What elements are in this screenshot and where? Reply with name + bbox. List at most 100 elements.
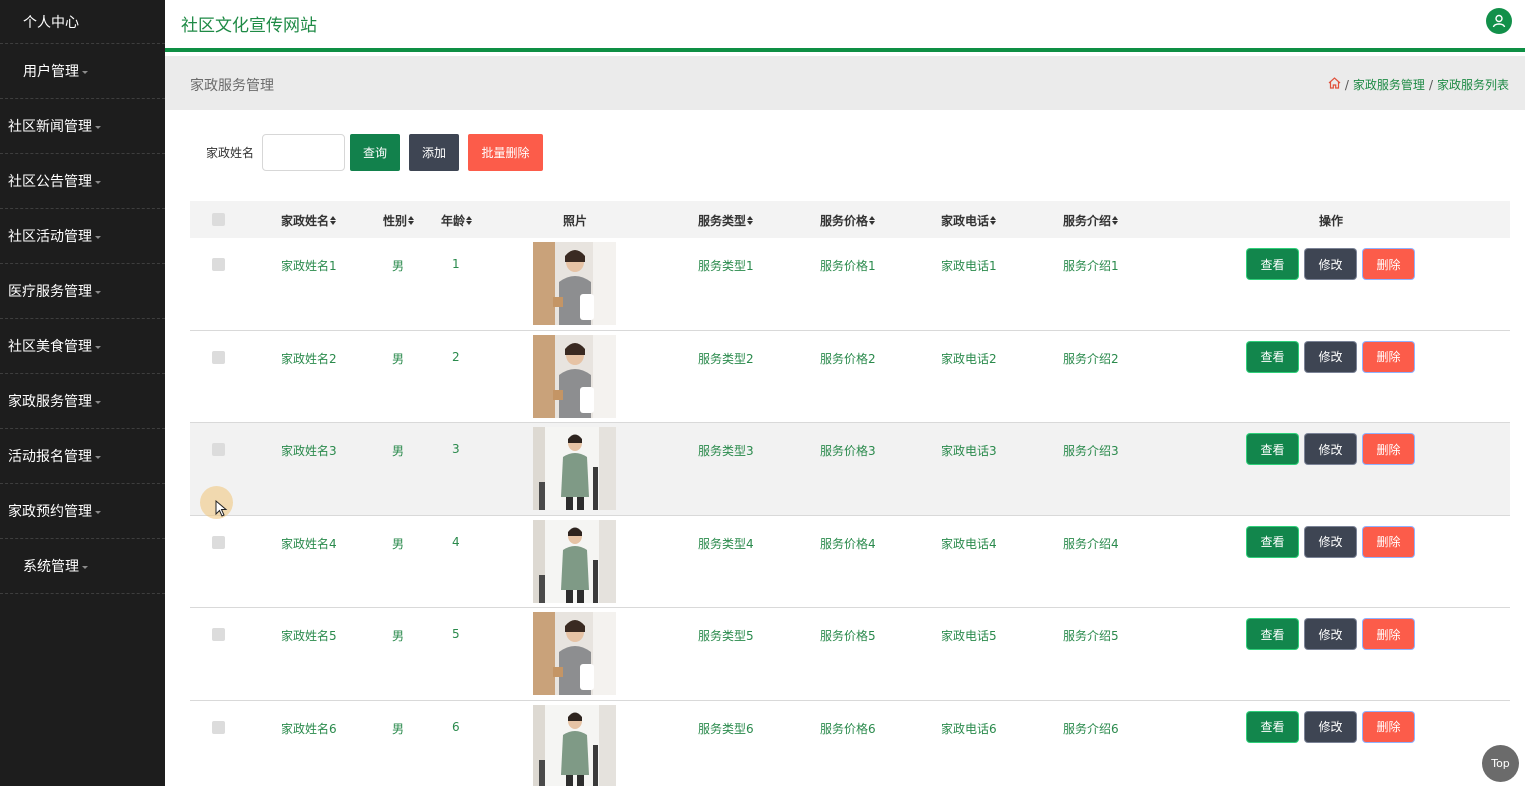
view-button[interactable]: 查看 [1247, 249, 1298, 279]
chevron-down-icon [95, 180, 101, 184]
edit-button[interactable]: 修改 [1305, 434, 1356, 464]
sidebar-item-profile[interactable]: 个人中心 [0, 0, 165, 44]
cell-age: 1 [452, 257, 460, 271]
cell-age: 4 [452, 534, 460, 549]
column-header-intro[interactable]: 服务介绍 [1063, 212, 1119, 229]
cell-intro: 服务介绍1 [1063, 259, 1119, 273]
column-header-label: 服务介绍 [1063, 214, 1112, 228]
row-checkbox[interactable] [212, 258, 225, 271]
sidebar-item-booking[interactable]: 家政预约管理 [0, 484, 165, 539]
view-button[interactable]: 查看 [1247, 619, 1298, 649]
row-checkbox[interactable] [212, 350, 225, 364]
chevron-down-icon [95, 345, 101, 349]
batch-delete-button[interactable]: 批量删除 [468, 133, 544, 171]
sort-icon[interactable] [990, 216, 997, 225]
chevron-down-icon [95, 400, 101, 404]
column-header-price[interactable]: 服务价格 [820, 212, 876, 229]
cell-age: 5 [452, 627, 460, 641]
sidebar-item-notices[interactable]: 社区公告管理 [0, 154, 165, 209]
sidebar-item-activities[interactable]: 社区活动管理 [0, 209, 165, 264]
breadcrumb-separator: / [1344, 77, 1349, 92]
cell-intro: 服务介绍4 [1063, 536, 1119, 551]
cell-phone: 家政电话1 [941, 259, 997, 273]
sort-icon[interactable] [747, 216, 754, 225]
view-button[interactable]: 查看 [1247, 526, 1298, 557]
sidebar-item-news[interactable]: 社区新闻管理 [0, 99, 165, 154]
cell-gender: 男 [392, 721, 405, 736]
row-actions: 查看 修改 删除 [1247, 341, 1421, 372]
user-icon[interactable] [1486, 8, 1512, 34]
search-input[interactable] [262, 133, 346, 171]
breadcrumb-item: 家政服务列表 [1436, 78, 1509, 92]
sort-icon[interactable] [466, 216, 473, 225]
chevron-down-icon [95, 455, 101, 459]
column-header-type[interactable]: 服务类型 [698, 212, 754, 229]
page-title: 家政服务管理 [190, 78, 274, 94]
column-header-age[interactable]: 年龄 [441, 212, 473, 229]
chevron-down-icon [95, 290, 101, 294]
cell-type: 服务类型3 [698, 444, 754, 458]
view-button[interactable]: 查看 [1247, 341, 1298, 372]
cell-price: 服务价格6 [820, 721, 876, 736]
edit-button[interactable]: 修改 [1305, 711, 1356, 742]
chevron-down-icon [82, 70, 88, 74]
column-header-label: 性别 [383, 214, 408, 228]
select-all-checkbox[interactable] [212, 213, 225, 226]
delete-button[interactable]: 删除 [1363, 249, 1414, 279]
delete-button[interactable]: 删除 [1363, 711, 1414, 742]
cell-name: 家政姓名6 [281, 721, 337, 736]
edit-button[interactable]: 修改 [1305, 249, 1356, 279]
cell-gender: 男 [392, 629, 405, 643]
column-header-name[interactable]: 家政姓名 [281, 212, 337, 229]
delete-button[interactable]: 删除 [1363, 619, 1414, 649]
table-row: 家政姓名5 男 5 服务类型5 服务价格5 家政电话5 服务介绍5 查看 修改 删除 [190, 608, 1510, 701]
delete-button[interactable]: 删除 [1363, 526, 1414, 557]
view-button[interactable]: 查看 [1247, 434, 1298, 464]
table-header: 家政姓名 性别 年龄 照片 服务类型 服务价格 家政电话 服务介绍 操作 [190, 201, 1510, 238]
edit-button[interactable]: 修改 [1305, 341, 1356, 372]
table-row: 家政姓名4 男 4 服务类型4 服务价格4 家政电话4 服务介绍4 查看 修改 删除 [190, 515, 1510, 608]
cell-phone: 家政电话4 [941, 536, 997, 551]
search-form: 家政姓名 查询 添加 批量删除 [190, 133, 544, 171]
sidebar-item-medical[interactable]: 医疗服务管理 [0, 264, 165, 319]
home-icon[interactable] [1328, 77, 1341, 92]
sidebar-item-food[interactable]: 社区美食管理 [0, 319, 165, 374]
back-to-top-button[interactable]: Top [1482, 745, 1519, 782]
sidebar-item-housekeeping[interactable]: 家政服务管理 [0, 374, 165, 429]
sort-icon[interactable] [1112, 216, 1119, 225]
column-header-phone[interactable]: 家政电话 [941, 212, 997, 229]
sort-icon[interactable] [330, 216, 337, 225]
housekeeper-photo [533, 612, 616, 695]
sort-icon[interactable] [408, 216, 415, 225]
row-actions: 查看 修改 删除 [1247, 619, 1421, 649]
cell-type: 服务类型4 [698, 536, 754, 551]
column-header-label: 操作 [1319, 214, 1344, 228]
delete-button[interactable]: 删除 [1363, 434, 1414, 464]
sidebar-item-registration[interactable]: 活动报名管理 [0, 429, 165, 484]
view-button[interactable]: 查看 [1247, 711, 1298, 742]
edit-button[interactable]: 修改 [1305, 619, 1356, 649]
column-header-label: 服务价格 [820, 214, 869, 228]
delete-button[interactable]: 删除 [1363, 341, 1414, 372]
query-button[interactable]: 查询 [350, 133, 401, 171]
row-actions: 查看 修改 删除 [1247, 434, 1421, 464]
column-header-gender[interactable]: 性别 [383, 212, 415, 229]
search-label: 家政姓名 [206, 145, 255, 160]
row-checkbox[interactable] [212, 535, 225, 549]
breadcrumb-item[interactable]: 家政服务管理 [1353, 76, 1425, 93]
cell-price: 服务价格3 [820, 444, 876, 458]
row-checkbox[interactable] [212, 443, 225, 456]
column-header-label: 家政姓名 [281, 214, 330, 228]
row-checkbox[interactable] [212, 628, 225, 641]
add-button[interactable]: 添加 [409, 133, 460, 171]
edit-button[interactable]: 修改 [1305, 526, 1356, 557]
row-checkbox[interactable] [212, 720, 225, 734]
cell-gender: 男 [392, 351, 405, 366]
row-actions: 查看 修改 删除 [1247, 526, 1421, 557]
sort-icon[interactable] [869, 216, 876, 225]
sidebar-item-system[interactable]: 系统管理 [0, 539, 165, 594]
sidebar-item-label: 用户管理 [23, 64, 79, 80]
housekeeper-photo [533, 334, 616, 418]
column-header-label: 年龄 [441, 214, 466, 228]
sidebar-item-users[interactable]: 用户管理 [0, 44, 165, 99]
